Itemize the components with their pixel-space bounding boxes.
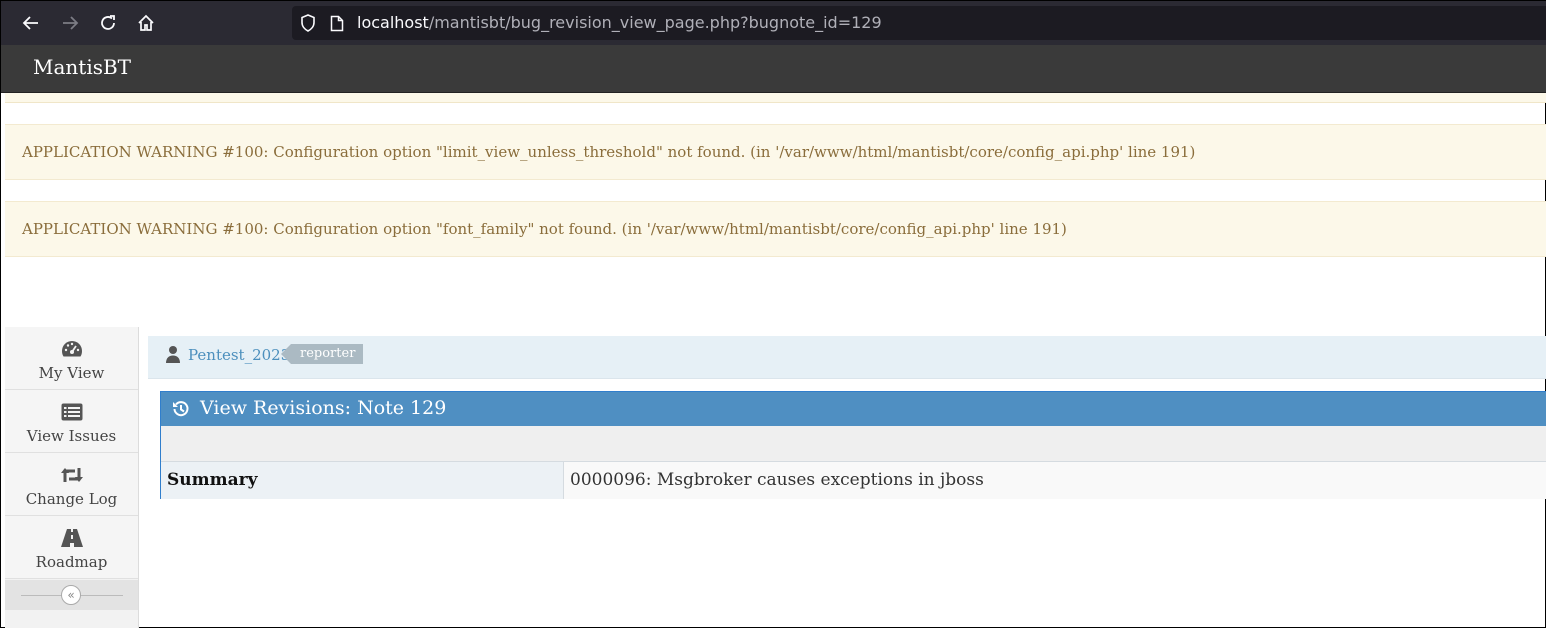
app-navbar: MantisBT [1, 45, 1546, 93]
breadcrumb: Pentest_2023 reporter [148, 336, 1546, 379]
warning-message: APPLICATION WARNING #100: Configuration … [5, 124, 1546, 180]
sidebar-item-label: My View [38, 364, 105, 382]
url-text[interactable]: localhost/mantisbt/bug_revision_view_pag… [357, 13, 882, 32]
home-icon[interactable] [134, 11, 158, 35]
app-brand[interactable]: MantisBT [33, 55, 131, 79]
sidebar-item-change-log[interactable]: Change Log [5, 453, 138, 516]
summary-label-cell: Summary [161, 462, 564, 499]
page-title: View Revisions: Note 129 [200, 397, 447, 419]
sidebar: My View View Issues Change Log Roadmap « [5, 327, 139, 628]
summary-label: Summary [167, 470, 258, 490]
url-host: localhost [357, 13, 429, 32]
table-row: Summary 0000096: Msgbroker causes except… [161, 462, 1546, 499]
widget-toolbar [161, 426, 1546, 462]
history-icon [172, 400, 190, 422]
back-icon[interactable] [19, 11, 43, 35]
sidebar-item-label: View Issues [26, 427, 117, 445]
collapse-icon[interactable]: « [61, 585, 81, 605]
warning-message: APPLICATION WARNING #100: Configuration … [5, 201, 1546, 257]
warning-text: APPLICATION WARNING #100: Configuration … [22, 220, 1067, 238]
shield-icon[interactable] [300, 14, 316, 36]
widget-header: View Revisions: Note 129 [161, 392, 1546, 426]
sidebar-item-label: Change Log [25, 490, 118, 508]
retweet-icon [59, 465, 85, 485]
user-link[interactable]: Pentest_2023 [188, 346, 290, 364]
browser-toolbar: localhost/mantisbt/bug_revision_view_pag… [1, 1, 1546, 45]
sidebar-collapse-toggle[interactable]: « [5, 580, 138, 610]
url-path: /mantisbt/bug_revision_view_page.php?bug… [428, 13, 882, 32]
user-icon [166, 345, 180, 367]
revisions-widget: View Revisions: Note 129 Summary 0000096… [160, 391, 1546, 499]
reload-icon[interactable] [96, 11, 120, 35]
address-bar[interactable]: localhost/mantisbt/bug_revision_view_pag… [292, 6, 1546, 40]
warning-text: APPLICATION WARNING #100: Configuration … [22, 143, 1196, 161]
warning-strip [5, 93, 1546, 103]
sidebar-item-label: Roadmap [35, 553, 108, 571]
summary-value: 0000096: Msgbroker causes exceptions in … [570, 470, 984, 490]
dashboard-icon [59, 339, 85, 359]
road-icon [59, 528, 85, 548]
role-badge: reporter [280, 344, 364, 364]
sidebar-item-view-issues[interactable]: View Issues [5, 390, 138, 453]
page-icon [330, 15, 344, 36]
forward-icon[interactable] [58, 11, 82, 35]
list-icon [59, 402, 85, 422]
sidebar-item-roadmap[interactable]: Roadmap [5, 516, 138, 579]
sidebar-item-my-view[interactable]: My View [5, 327, 138, 390]
